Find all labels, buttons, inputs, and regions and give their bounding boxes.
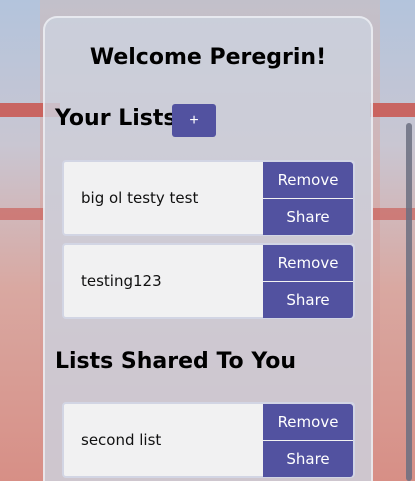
welcome-heading: Welcome Peregrin!	[89, 45, 327, 70]
share-button[interactable]: Share	[263, 282, 353, 318]
list-name: testing123	[81, 272, 162, 290]
beam	[370, 103, 415, 117]
shared-lists-title: Lists Shared To You	[55, 349, 297, 374]
remove-button[interactable]: Remove	[263, 404, 353, 440]
scrollbar[interactable]	[406, 123, 412, 481]
list-item[interactable]: second list Remove Share	[62, 402, 355, 478]
remove-button[interactable]: Remove	[263, 245, 353, 281]
lists-panel: Welcome Peregrin! Your Lists + big ol te…	[43, 16, 373, 481]
share-button[interactable]: Share	[263, 441, 353, 477]
list-item[interactable]: testing123 Remove Share	[62, 243, 355, 319]
list-name: big ol testy test	[81, 189, 199, 207]
remove-button[interactable]: Remove	[263, 162, 353, 198]
list-item[interactable]: big ol testy test Remove Share	[62, 160, 355, 236]
add-list-button[interactable]: +	[172, 104, 216, 137]
your-lists-title: Your Lists	[55, 106, 177, 131]
beam	[0, 208, 45, 220]
share-button[interactable]: Share	[263, 199, 353, 235]
list-name: second list	[81, 431, 162, 449]
